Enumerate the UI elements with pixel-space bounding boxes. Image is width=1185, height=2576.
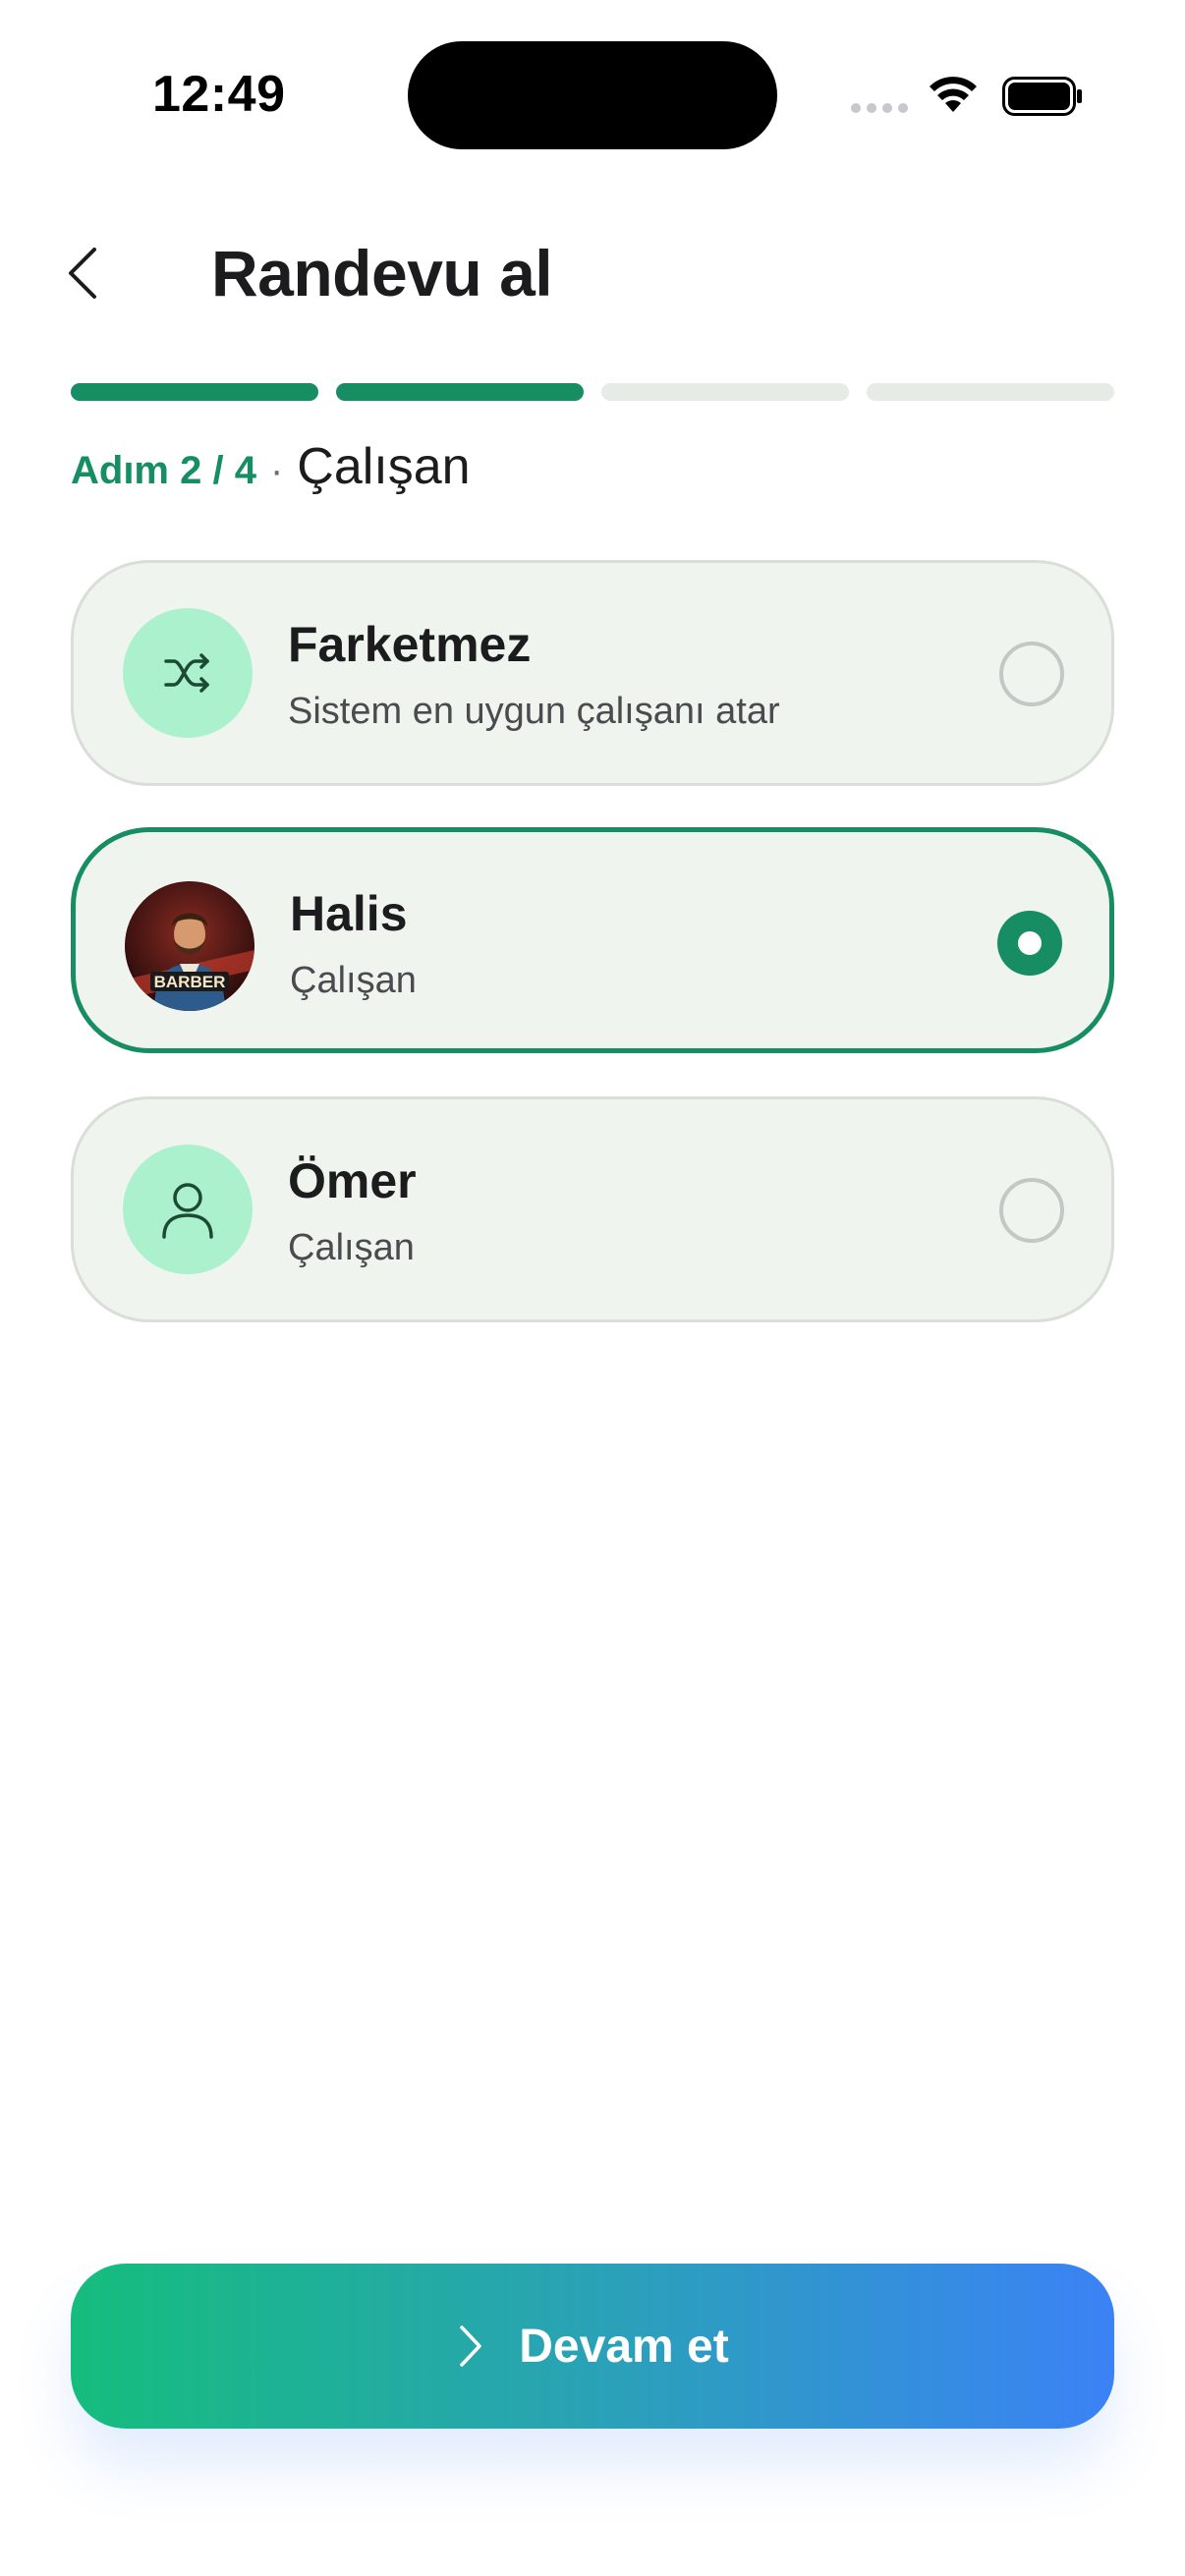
continue-button[interactable]: Devam et <box>71 2264 1114 2429</box>
battery-icon <box>1002 77 1082 116</box>
employee-option-omer[interactable]: Ömer Çalışan <box>71 1096 1114 1322</box>
employee-subtitle: Çalışan <box>288 1227 415 1268</box>
radio-button[interactable] <box>999 642 1064 706</box>
back-button[interactable] <box>63 246 102 301</box>
employee-name: Ömer <box>288 1153 417 1208</box>
barber-avatar: BARBER <box>125 881 254 1011</box>
continue-button-label: Devam et <box>519 2320 729 2373</box>
step-progress-bar <box>71 383 1114 401</box>
user-icon <box>123 1145 253 1274</box>
chevron-right-icon <box>460 2325 482 2367</box>
employee-option-any[interactable]: Farketmez Sistem en uygun çalışanı atar <box>71 560 1114 786</box>
step-count: Adım 2 / 4 <box>71 449 256 492</box>
cellular-signal-icon <box>851 103 908 113</box>
dynamic-island <box>408 41 777 149</box>
radio-button[interactable] <box>999 1178 1064 1243</box>
shuffle-icon <box>123 608 253 738</box>
employee-subtitle: Sistem en uygun çalışanı atar <box>288 691 780 732</box>
step-separator: · <box>269 449 284 492</box>
wifi-icon <box>930 77 977 112</box>
status-time: 12:49 <box>152 66 286 123</box>
progress-segment-pending <box>867 383 1114 401</box>
step-indicator: Adım 2 / 4 · Çalışan <box>71 437 471 496</box>
employee-name: Farketmez <box>288 617 532 672</box>
progress-segment-complete <box>336 383 584 401</box>
employee-subtitle: Çalışan <box>290 960 417 1001</box>
avatar-badge-text: BARBER <box>154 973 226 991</box>
employee-option-halis[interactable]: BARBER Halis Çalışan <box>71 827 1114 1053</box>
employee-name: Halis <box>290 886 408 941</box>
step-name: Çalışan <box>297 438 471 495</box>
radio-button-selected[interactable] <box>997 911 1062 976</box>
progress-segment-complete <box>71 383 318 401</box>
page-title: Randevu al <box>211 237 553 309</box>
progress-segment-pending <box>601 383 849 401</box>
